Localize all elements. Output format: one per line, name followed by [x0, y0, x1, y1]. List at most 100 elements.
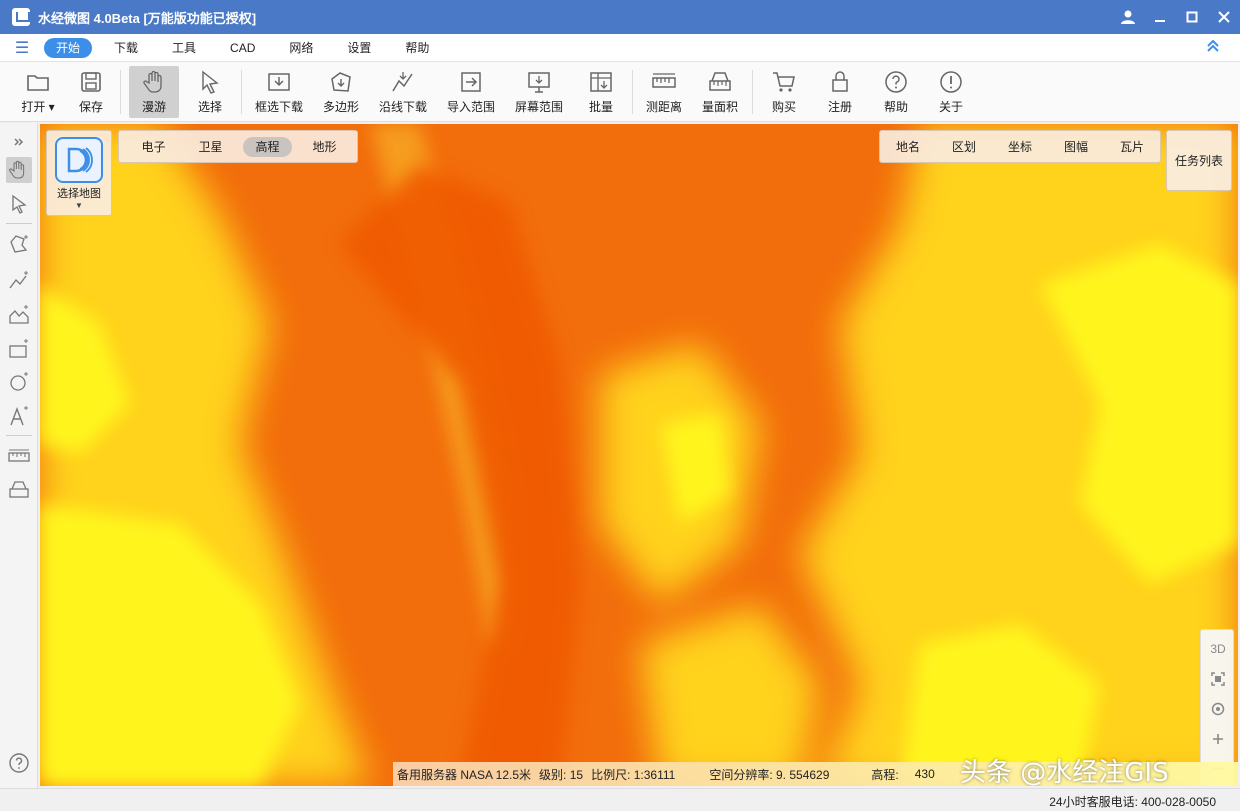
line-download-button[interactable]: 沿线下载 [374, 66, 432, 118]
pan-hand-icon[interactable] [6, 157, 32, 183]
register-label: 注册 [827, 100, 852, 114]
cart-icon [773, 72, 795, 92]
info-exclamation-icon [940, 71, 962, 93]
menu-cad[interactable]: CAD [218, 38, 267, 58]
menu-bar: ☰ 开始 下载 工具 CAD 网络 设置 帮助 [0, 34, 1240, 62]
map-type-terrain[interactable]: 地形 [300, 137, 349, 157]
measure-distance-button[interactable]: 测距离 [642, 66, 686, 118]
lock-icon [832, 71, 848, 92]
draw-circle-icon[interactable] [6, 369, 32, 395]
support-phone: 24小时客服电话: 400-028-0050 [1049, 795, 1216, 809]
save-icon [81, 72, 101, 92]
draw-text-icon[interactable] [6, 403, 32, 429]
map-view[interactable]: 选择地图 ▼ 电子 卫星 高程 地形 地名 区划 坐标 图幅 瓦片 任务列表 3… [40, 124, 1238, 786]
locate-icon[interactable] [1201, 694, 1235, 724]
menu-start[interactable]: 开始 [44, 37, 93, 58]
left-toolbar [0, 123, 38, 788]
map-logo-icon [55, 137, 103, 183]
overlay-coordinates[interactable]: 坐标 [1008, 138, 1032, 155]
question-icon [885, 71, 907, 93]
menu-help[interactable]: 帮助 [393, 38, 441, 58]
sidebar-help-icon[interactable] [8, 752, 30, 774]
watermark: 头条 @水经注GIS [960, 758, 1169, 786]
menu-download[interactable]: 下载 [102, 38, 150, 58]
overlay-toggles: 地名 区划 坐标 图幅 瓦片 [879, 130, 1161, 163]
rect-download-button[interactable]: 框选下载 [251, 66, 307, 118]
bottom-status-bar: 24小时客服电话: 400-028-0050 [0, 788, 1240, 811]
batch-icon [590, 72, 612, 92]
close-button[interactable] [1208, 0, 1240, 34]
overlay-divisions[interactable]: 区划 [952, 138, 976, 155]
maximize-button[interactable] [1176, 0, 1208, 34]
zoom-in-icon[interactable] [1201, 724, 1235, 754]
user-icon[interactable] [1112, 0, 1144, 34]
expand-sidebar-icon[interactable] [6, 129, 32, 155]
elevation-label: 高程: [871, 767, 899, 782]
about-button[interactable]: 关于 [931, 66, 971, 118]
toolbar: 打开 ▾ 保存 漫游 选择 框选下载 多边形 沿线下载 导入范围 屏幕范围 批量 [0, 62, 1240, 122]
collapse-ribbon-icon[interactable] [1206, 39, 1220, 56]
map-type-elevation[interactable]: 高程 [243, 136, 292, 157]
measure-area-label: 量面积 [701, 100, 738, 114]
sidebar-ruler-icon[interactable] [6, 443, 32, 469]
pan-button[interactable]: 漫游 [129, 66, 179, 118]
overlay-sheets[interactable]: 图幅 [1064, 138, 1088, 155]
hamburger-menu-icon[interactable]: ☰ [0, 38, 44, 58]
menu-tools[interactable]: 工具 [160, 38, 208, 58]
rect-download-icon [268, 73, 290, 91]
polygon-label: 多边形 [322, 100, 359, 114]
3d-toggle-button[interactable]: 3D [1201, 634, 1235, 664]
measure-area-button[interactable]: 量面积 [698, 66, 742, 118]
buy-label: 购买 [771, 100, 796, 114]
select-map-button[interactable]: 选择地图 ▼ [46, 130, 112, 216]
pan-label: 漫游 [141, 100, 166, 114]
save-label: 保存 [78, 100, 103, 114]
sidebar-separator [6, 435, 32, 436]
measure-distance-label: 测距离 [645, 100, 682, 114]
draw-line-icon[interactable] [6, 268, 32, 294]
line-download-label: 沿线下载 [378, 100, 427, 114]
title-bar: 水经微图 4.0Beta [万能版功能已授权] [0, 0, 1240, 34]
folder-icon [27, 75, 49, 91]
toolbar-separator [120, 70, 121, 114]
open-button[interactable]: 打开 ▾ [16, 66, 60, 118]
select-button[interactable]: 选择 [188, 66, 232, 118]
line-download-icon [392, 72, 413, 92]
help-button[interactable]: 帮助 [876, 66, 916, 118]
map-type-satellite[interactable]: 卫星 [186, 137, 235, 157]
open-label: 打开 [21, 100, 46, 114]
select-arrow-icon[interactable] [6, 191, 32, 217]
hand-icon [143, 70, 162, 93]
import-range-button[interactable]: 导入范围 [443, 66, 499, 118]
save-button[interactable]: 保存 [70, 66, 112, 118]
map-type-switcher: 电子 卫星 高程 地形 [118, 130, 358, 163]
fullscreen-icon[interactable] [1201, 664, 1235, 694]
toolbar-separator [241, 70, 242, 114]
polygon-icon [331, 72, 351, 92]
sidebar-area-icon[interactable] [6, 477, 32, 503]
batch-button[interactable]: 批量 [580, 66, 622, 118]
elevation-map-raster [40, 124, 1238, 786]
task-list-button[interactable]: 任务列表 [1166, 130, 1232, 191]
cursor-arrow-icon [202, 70, 219, 94]
draw-terrain-icon[interactable] [6, 302, 32, 328]
menu-network[interactable]: 网络 [277, 38, 325, 58]
window-controls [1112, 0, 1240, 34]
polygon-button[interactable]: 多边形 [318, 66, 364, 118]
buy-button[interactable]: 购买 [764, 66, 804, 118]
register-button[interactable]: 注册 [820, 66, 860, 118]
spatial-resolution: 空间分辨率: 9. 554629 [709, 767, 830, 782]
zoom-level: 级别: 15 [539, 767, 584, 782]
batch-label: 批量 [588, 100, 613, 114]
draw-polygon-icon[interactable] [6, 231, 32, 257]
screen-range-label: 屏幕范围 [514, 100, 563, 114]
draw-rectangle-icon[interactable] [6, 336, 32, 362]
minimize-button[interactable] [1144, 0, 1176, 34]
overlay-tiles[interactable]: 瓦片 [1120, 138, 1144, 155]
screen-range-button[interactable]: 屏幕范围 [511, 66, 567, 118]
rect-download-label: 框选下载 [254, 100, 303, 114]
map-scale: 比例尺: 1:36111 [591, 767, 676, 782]
overlay-place-names[interactable]: 地名 [896, 138, 920, 155]
menu-settings[interactable]: 设置 [335, 38, 383, 58]
map-type-electronic[interactable]: 电子 [129, 137, 178, 157]
